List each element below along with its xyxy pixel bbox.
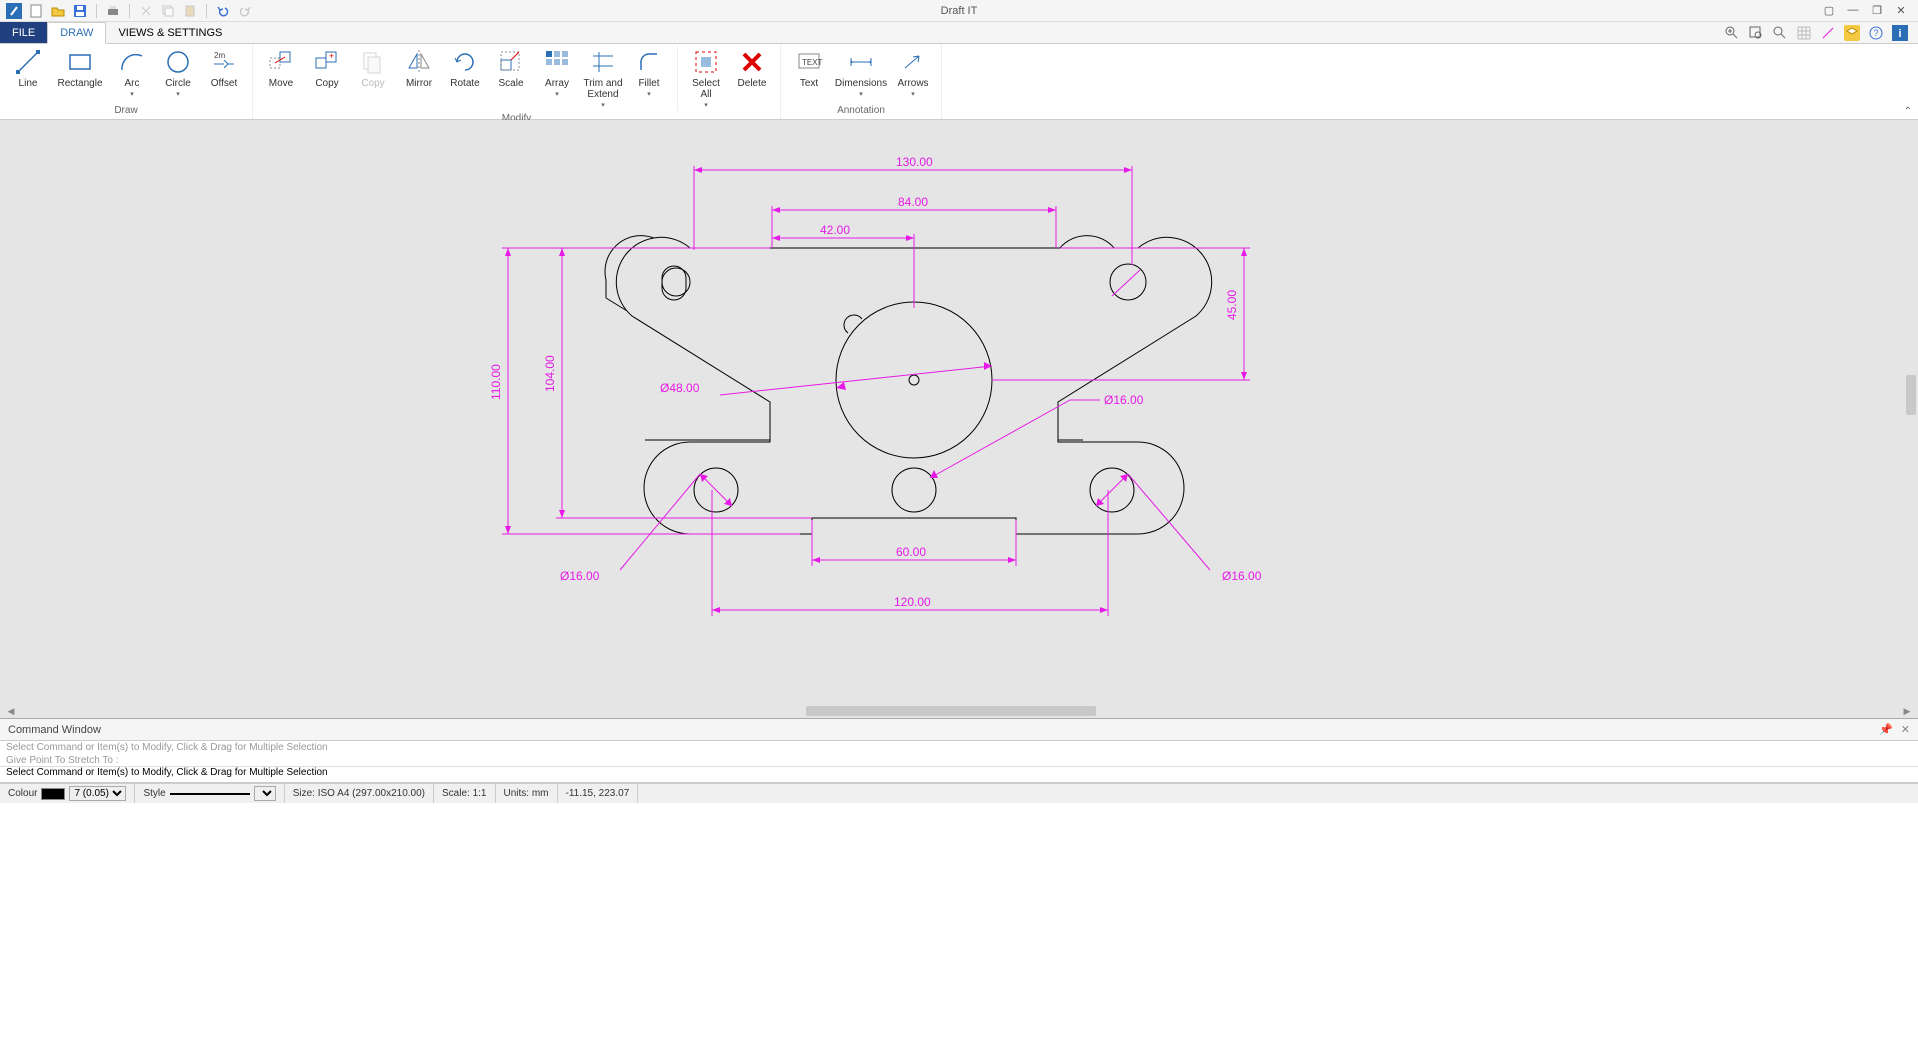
trim-extend-button[interactable]: Trim and Extend▾	[581, 46, 625, 111]
ribbon-collapse-icon[interactable]: ⌃	[1904, 106, 1912, 117]
dimensions-button[interactable]: Dimensions▾	[833, 46, 889, 103]
close-icon[interactable]: ✕	[1894, 4, 1908, 17]
grid-icon[interactable]	[1796, 25, 1812, 41]
rectangle-button[interactable]: Rectangle	[52, 46, 108, 103]
open-icon[interactable]	[50, 3, 66, 19]
ribbon-tabs: FILE DRAW VIEWS & SETTINGS ? i	[0, 22, 1918, 44]
new-icon[interactable]	[28, 3, 44, 19]
copy-icon[interactable]	[160, 3, 176, 19]
text-button[interactable]: TEXTText	[787, 46, 831, 103]
title-bar: Draft IT ▢ — ❐ ✕	[0, 0, 1918, 22]
vertical-scrollbar[interactable]	[1904, 120, 1918, 718]
dim-dia48: Ø48.00	[660, 381, 700, 395]
clipboard-copy-button[interactable]: Copy	[351, 46, 395, 111]
paste-icon[interactable]	[182, 3, 198, 19]
fillet-button[interactable]: Fillet▾	[627, 46, 671, 111]
scale-button[interactable]: Scale	[489, 46, 533, 111]
arc-button[interactable]: Arc▾	[110, 46, 154, 103]
svg-text:?: ?	[1873, 28, 1878, 38]
cmd-close-icon[interactable]: ✕	[1901, 723, 1910, 736]
drawing-canvas[interactable]: 130.00 84.00 42.00 45.00	[0, 120, 1918, 718]
arrows-button[interactable]: Arrows▾	[891, 46, 935, 103]
tab-draw[interactable]: DRAW	[47, 22, 106, 44]
group-annotation-label: Annotation	[837, 103, 885, 119]
ribbon-toggle-icon[interactable]: ▢	[1822, 4, 1836, 17]
status-scale: Scale: 1:1	[434, 784, 495, 803]
status-bar: Colour 7 (0.05) Style Size: ISO A4 (297.…	[0, 783, 1918, 803]
scroll-left-icon[interactable]: ◀	[4, 704, 18, 718]
dim-dia16-br: Ø16.00	[1222, 569, 1262, 583]
group-draw-label: Draw	[114, 103, 137, 119]
snap-icon[interactable]	[1820, 25, 1836, 41]
line-button[interactable]: Line	[6, 46, 50, 103]
dim-dia16-mid: Ø16.00	[1104, 393, 1144, 407]
dim-42: 42.00	[820, 223, 850, 237]
command-input[interactable]	[6, 767, 1912, 778]
redo-icon[interactable]	[237, 3, 253, 19]
dim-45: 45.00	[1225, 290, 1239, 320]
layer-icon[interactable]	[1844, 25, 1860, 41]
undo-icon[interactable]	[215, 3, 231, 19]
rotate-button[interactable]: Rotate	[443, 46, 487, 111]
save-icon[interactable]	[72, 3, 88, 19]
tab-file[interactable]: FILE	[0, 22, 47, 43]
svg-text:+: +	[329, 51, 334, 61]
offset-button[interactable]: 2mOffset	[202, 46, 246, 103]
style-label: Style	[143, 788, 165, 799]
colour-swatch	[41, 788, 65, 800]
command-window-title: Command Window	[8, 724, 101, 736]
help-icon[interactable]: ?	[1868, 25, 1884, 41]
dim-104: 104.00	[543, 355, 557, 392]
print-icon[interactable]	[105, 3, 121, 19]
ribbon: Line Rectangle Arc▾ Circle▾ 2mOffset Dra…	[0, 44, 1918, 120]
dim-120: 120.00	[894, 595, 931, 609]
svg-text:TEXT: TEXT	[802, 58, 823, 67]
zoom-in-icon[interactable]	[1724, 25, 1740, 41]
info-icon[interactable]: i	[1892, 25, 1908, 41]
horizontal-scrollbar[interactable]: ◀ ▶	[0, 704, 1918, 718]
copy-button[interactable]: +Copy	[305, 46, 349, 111]
status-size: Size: ISO A4 (297.00x210.00)	[285, 784, 434, 803]
line-style-preview	[170, 793, 250, 795]
svg-text:2m: 2m	[214, 51, 225, 60]
minimize-icon[interactable]: —	[1846, 4, 1860, 17]
select-all-button[interactable]: Select All▾	[684, 46, 728, 111]
command-history: Select Command or Item(s) to Modify, Cli…	[0, 741, 1918, 767]
status-coords: -11.15, 223.07	[558, 784, 639, 803]
dim-60: 60.00	[896, 545, 926, 559]
colour-label: Colour	[8, 788, 37, 799]
move-button[interactable]: Move	[259, 46, 303, 111]
dim-84: 84.00	[898, 195, 928, 209]
pin-icon[interactable]: 📌	[1879, 723, 1893, 736]
dim-130: 130.00	[896, 155, 933, 169]
tab-views-settings[interactable]: VIEWS & SETTINGS	[106, 22, 234, 43]
app-icon	[6, 3, 22, 19]
mirror-button[interactable]: Mirror	[397, 46, 441, 111]
circle-button[interactable]: Circle▾	[156, 46, 200, 103]
dim-110: 110.00	[489, 364, 503, 400]
scroll-right-icon[interactable]: ▶	[1900, 704, 1914, 718]
style-select[interactable]	[254, 786, 276, 801]
delete-button[interactable]: Delete	[730, 46, 774, 111]
command-window: Command Window 📌 ✕ Select Command or Ite…	[0, 718, 1918, 783]
colour-select[interactable]: 7 (0.05)	[69, 786, 126, 801]
zoom-window-icon[interactable]	[1748, 25, 1764, 41]
status-units: Units: mm	[496, 784, 558, 803]
cut-icon[interactable]	[138, 3, 154, 19]
array-button[interactable]: Array▾	[535, 46, 579, 111]
maximize-icon[interactable]: ❐	[1870, 4, 1884, 17]
dim-dia16-bl: Ø16.00	[560, 569, 600, 583]
svg-text:i: i	[1898, 28, 1901, 40]
zoom-extents-icon[interactable]	[1772, 25, 1788, 41]
app-title: Draft IT	[941, 5, 978, 17]
